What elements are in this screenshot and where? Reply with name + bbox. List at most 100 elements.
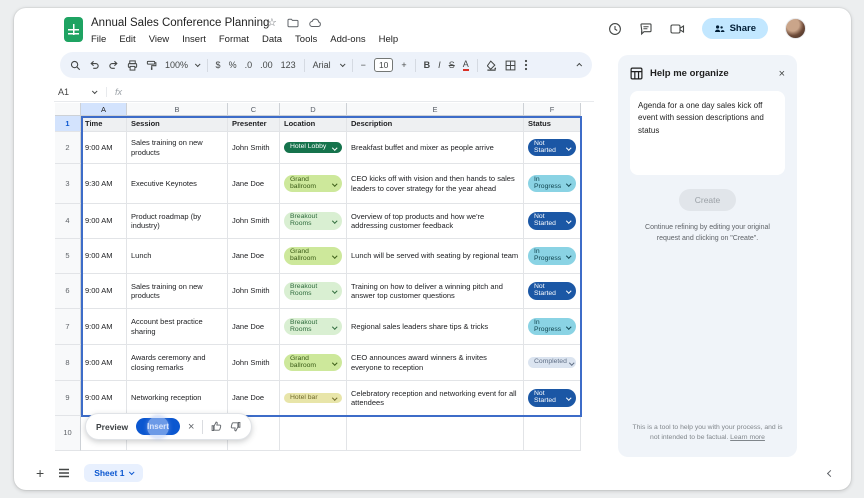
close-preview-icon[interactable]: × <box>188 421 194 433</box>
location-chip-dropdown[interactable]: Grand ballroom <box>284 247 342 265</box>
column-header-f[interactable]: F <box>524 103 581 116</box>
borders-icon[interactable] <box>505 60 516 71</box>
learn-more-link[interactable]: Learn more <box>730 434 765 441</box>
cell-time[interactable]: 9:00 AM <box>81 239 127 274</box>
cell-presenter[interactable]: Jane Doe <box>228 309 280 345</box>
document-title[interactable]: Annual Sales Conference Planning <box>91 17 269 29</box>
font-select[interactable]: Arial <box>313 60 344 70</box>
cell-time[interactable]: 9:00 AM <box>81 381 127 416</box>
column-header-d[interactable]: D <box>280 103 347 116</box>
insert-button[interactable]: Insert <box>136 418 180 435</box>
status-chip-dropdown[interactable]: In Progress <box>528 318 576 336</box>
cell-session[interactable]: Product roadmap (by industry) <box>127 204 228 239</box>
version-history-icon[interactable] <box>608 22 622 36</box>
cell-session[interactable]: Executive Keynotes <box>127 164 228 204</box>
cell-session[interactable]: Awards ceremony and closing remarks <box>127 345 228 381</box>
status-chip-dropdown[interactable]: Not Started <box>528 139 576 157</box>
add-sheet-icon[interactable]: + <box>36 465 44 481</box>
cell-session[interactable]: Networking reception <box>127 381 228 416</box>
collapse-side-panel-icon[interactable] <box>827 470 834 477</box>
row-number[interactable]: 9 <box>55 381 81 416</box>
column-header-c[interactable]: C <box>228 103 280 116</box>
cell-description[interactable]: CEO announces award winners & invites ev… <box>347 345 524 381</box>
menu-tools[interactable]: Tools <box>295 34 317 45</box>
cell-time[interactable]: 9:00 AM <box>81 132 127 164</box>
sheet-tab[interactable]: Sheet 1 <box>84 464 143 482</box>
collapse-toolbar-icon[interactable] <box>578 63 582 67</box>
cell-presenter[interactable]: John Smith <box>228 345 280 381</box>
cell-description[interactable]: Lunch will be served with seating by reg… <box>347 239 524 274</box>
cell-presenter[interactable]: Jane Doe <box>228 239 280 274</box>
undo-icon[interactable] <box>89 60 100 70</box>
header-cell-time[interactable]: Time <box>81 116 127 132</box>
cell-session[interactable]: Lunch <box>127 239 228 274</box>
cell-session[interactable]: Account best practice sharing <box>127 309 228 345</box>
menu-help[interactable]: Help <box>379 34 399 45</box>
location-chip-dropdown[interactable]: Grand ballroom <box>284 175 342 193</box>
cell-description[interactable]: Overview of top products and how we're a… <box>347 204 524 239</box>
font-size-increase-button[interactable]: + <box>401 60 406 70</box>
cell-time[interactable]: 9:30 AM <box>81 164 127 204</box>
location-chip-dropdown[interactable]: Hotel bar <box>284 393 342 404</box>
menu-insert[interactable]: Insert <box>182 34 206 45</box>
column-header-b[interactable]: B <box>127 103 228 116</box>
cell-description[interactable]: CEO kicks off with vision and then hands… <box>347 164 524 204</box>
column-header-a[interactable]: A <box>81 103 127 116</box>
font-size-decrease-button[interactable]: − <box>361 60 366 70</box>
star-icon[interactable]: ☆ <box>267 16 277 29</box>
status-chip-dropdown[interactable]: Not Started <box>528 212 576 230</box>
header-cell-description[interactable]: Description <box>347 116 524 132</box>
status-chip-dropdown[interactable]: In Progress <box>528 175 576 193</box>
prompt-input[interactable]: Agenda for a one day sales kick off even… <box>630 91 785 175</box>
empty-cell[interactable] <box>347 416 524 451</box>
create-button[interactable]: Create <box>679 189 737 211</box>
print-icon[interactable] <box>127 60 138 71</box>
meet-video-icon[interactable] <box>670 23 685 35</box>
location-chip-dropdown[interactable]: Breakout Rooms <box>284 318 342 336</box>
location-chip-dropdown[interactable]: Grand ballroom <box>284 354 342 372</box>
increase-decimal-button[interactable]: .00 <box>260 60 273 70</box>
cell-session[interactable]: Sales training on new products <box>127 132 228 164</box>
cell-description[interactable]: Breakfast buffet and mixer as people arr… <box>347 132 524 164</box>
more-options-icon[interactable] <box>524 59 528 71</box>
move-folder-icon[interactable] <box>287 18 299 28</box>
menu-file[interactable]: File <box>91 34 106 45</box>
cell-presenter[interactable]: Jane Doe <box>228 381 280 416</box>
status-chip-dropdown[interactable]: Not Started <box>528 389 576 407</box>
thumbs-up-icon[interactable] <box>211 421 222 432</box>
cell-time[interactable]: 9:00 AM <box>81 345 127 381</box>
strikethrough-button[interactable]: S <box>449 60 455 70</box>
status-chip-dropdown[interactable]: Completed <box>528 357 576 368</box>
cell-description[interactable]: Celebratory reception and networking eve… <box>347 381 524 416</box>
header-cell-session[interactable]: Session <box>127 116 228 132</box>
close-panel-icon[interactable]: × <box>779 68 785 80</box>
menu-view[interactable]: View <box>149 34 169 45</box>
paint-format-icon[interactable] <box>146 60 157 71</box>
empty-cell[interactable] <box>280 416 347 451</box>
format-currency-button[interactable]: $ <box>216 60 221 70</box>
menu-addons[interactable]: Add-ons <box>330 34 365 45</box>
cell-presenter[interactable]: John Smith <box>228 132 280 164</box>
menu-format[interactable]: Format <box>219 34 249 45</box>
location-chip-dropdown[interactable]: Hotel Lobby <box>284 142 342 153</box>
cell-presenter[interactable]: John Smith <box>228 204 280 239</box>
cell-time[interactable]: 9:00 AM <box>81 274 127 309</box>
cell-session[interactable]: Sales training on new products <box>127 274 228 309</box>
row-number[interactable]: 7 <box>55 309 81 345</box>
search-icon[interactable] <box>70 60 81 71</box>
row-number[interactable]: 2 <box>55 132 81 164</box>
row-number[interactable]: 10 <box>55 416 81 451</box>
location-chip-dropdown[interactable]: Breakout Rooms <box>284 282 342 300</box>
share-button[interactable]: Share <box>702 18 768 39</box>
redo-icon[interactable] <box>108 60 119 70</box>
status-chip-dropdown[interactable]: In Progress <box>528 247 576 265</box>
row-number[interactable]: 3 <box>55 164 81 204</box>
italic-button[interactable]: I <box>438 60 441 70</box>
cell-presenter[interactable]: John Smith <box>228 274 280 309</box>
format-percent-button[interactable]: % <box>229 60 237 70</box>
header-cell-status[interactable]: Status <box>524 116 581 132</box>
zoom-select[interactable]: 100% <box>165 60 199 70</box>
row-number[interactable]: 4 <box>55 204 81 239</box>
cell-time[interactable]: 9:00 AM <box>81 204 127 239</box>
column-header-e[interactable]: E <box>347 103 524 116</box>
